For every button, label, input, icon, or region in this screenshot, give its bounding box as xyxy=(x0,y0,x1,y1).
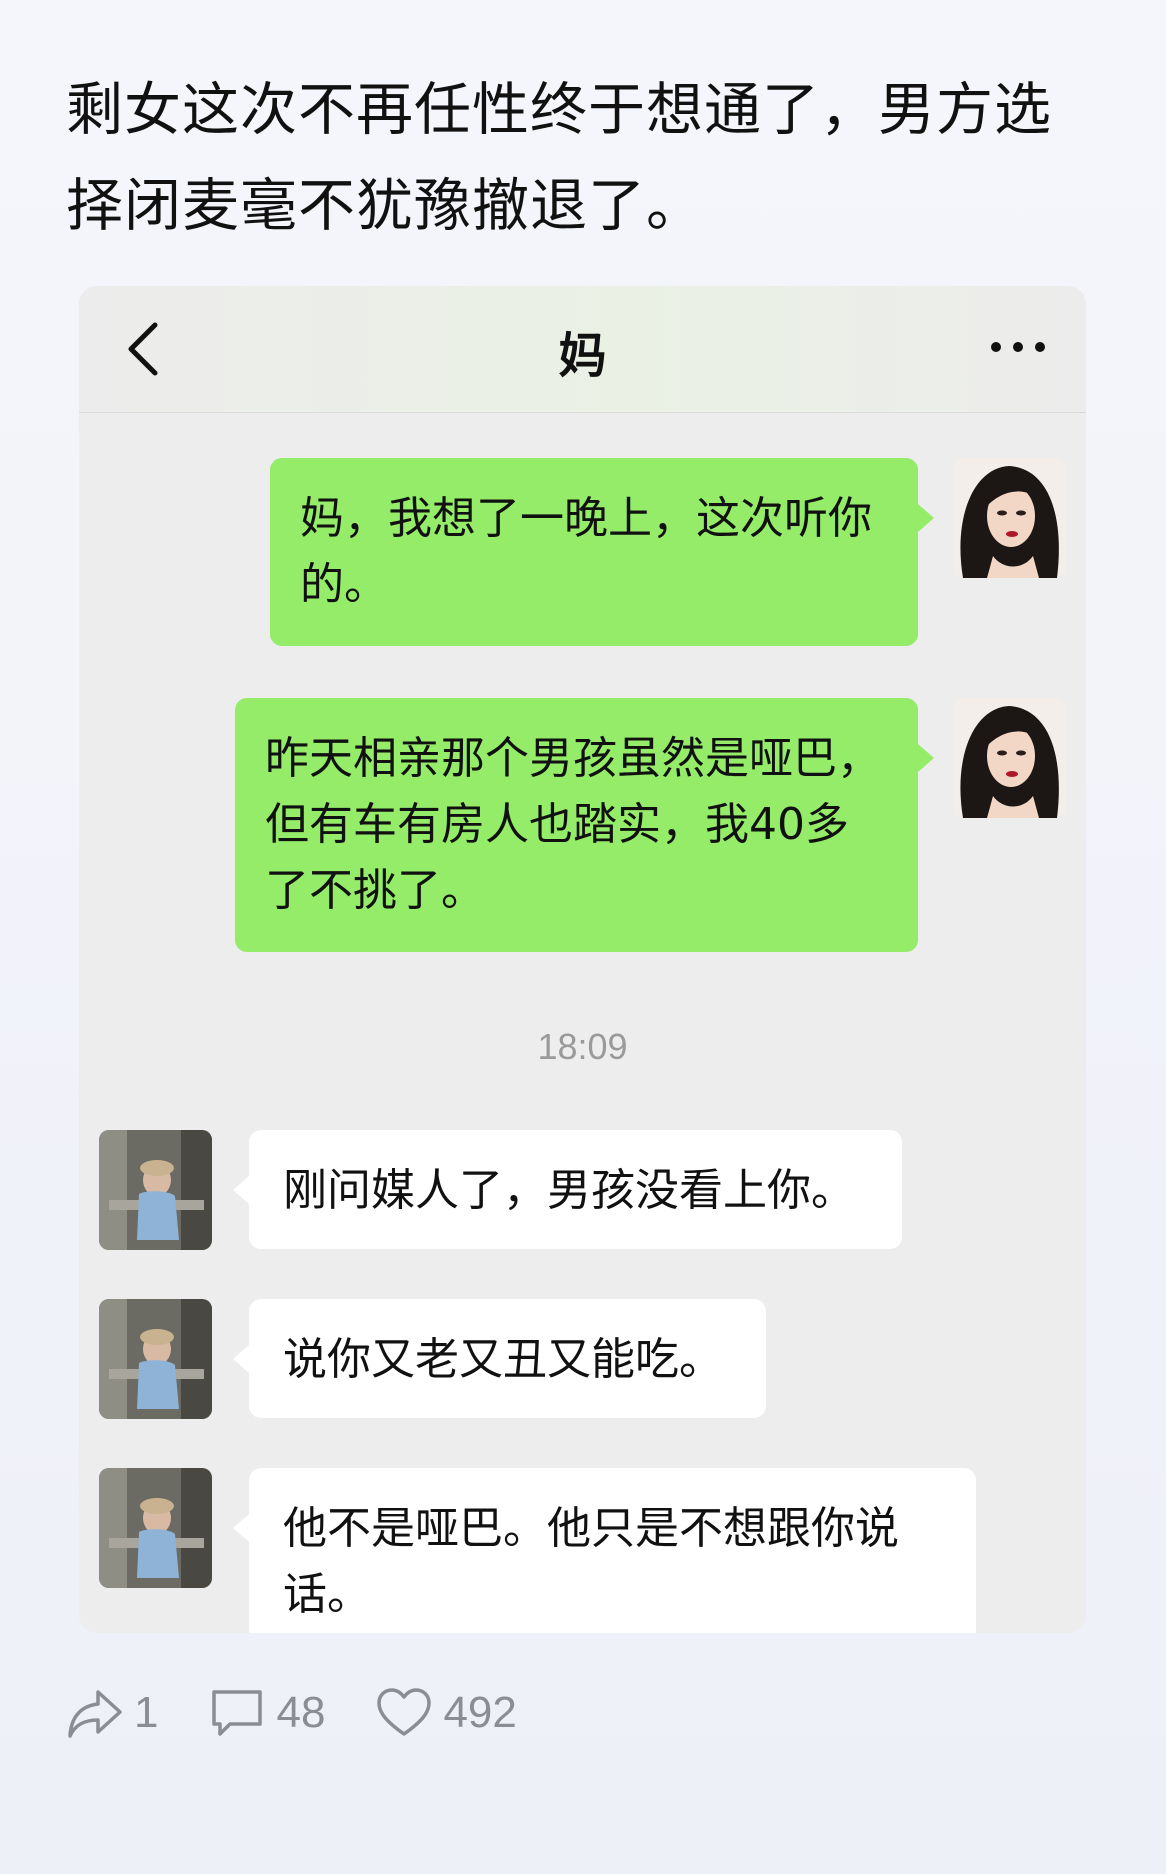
message-bubble-received[interactable]: 他不是哑巴。他只是不想跟你说话。 xyxy=(233,1468,976,1633)
avatar[interactable] xyxy=(99,1468,212,1588)
avatar[interactable] xyxy=(99,1299,212,1419)
message-bubble-received[interactable]: 说你又老又丑又能吃。 xyxy=(233,1299,766,1418)
more-dots-icon[interactable] xyxy=(988,332,1048,362)
message-bubble-received[interactable]: 刚问媒人了，男孩没看上你。 xyxy=(233,1130,902,1249)
like-count: 492 xyxy=(443,1688,517,1737)
comment-icon xyxy=(212,1690,263,1736)
message-bubble-sent[interactable]: 昨天相亲那个男孩虽然是哑巴，但有车有房人也踏实，我40多了不挑了。 xyxy=(235,698,934,952)
avatar[interactable] xyxy=(99,1130,212,1250)
share-button[interactable]: 1 xyxy=(66,1686,158,1740)
chat-screenshot: 妈 妈，我想了一晚上，这次听你的。 昨天相亲那个男孩虽然是哑巴，但有车有房人也踏… xyxy=(79,286,1086,1633)
chat-header: 妈 xyxy=(79,286,1086,413)
chat-title: 妈 xyxy=(558,328,607,384)
message-timestamp: 18:09 xyxy=(537,1026,628,1067)
comment-count: 48 xyxy=(276,1688,326,1737)
post-action-bar: 1 48 492 xyxy=(66,1683,567,1743)
like-button[interactable]: 492 xyxy=(375,1686,517,1740)
share-count: 1 xyxy=(134,1688,159,1737)
share-icon xyxy=(68,1690,122,1738)
post-title: 剩女这次不再任性终于想通了，男方选择闭麦毫不犹豫撤退了。 xyxy=(66,77,1052,239)
heart-icon xyxy=(377,1688,432,1736)
comment-button[interactable]: 48 xyxy=(208,1686,325,1740)
message-bubble-sent[interactable]: 妈，我想了一晚上，这次听你的。 xyxy=(270,458,934,646)
avatar[interactable] xyxy=(953,698,1066,818)
avatar[interactable] xyxy=(953,458,1066,578)
